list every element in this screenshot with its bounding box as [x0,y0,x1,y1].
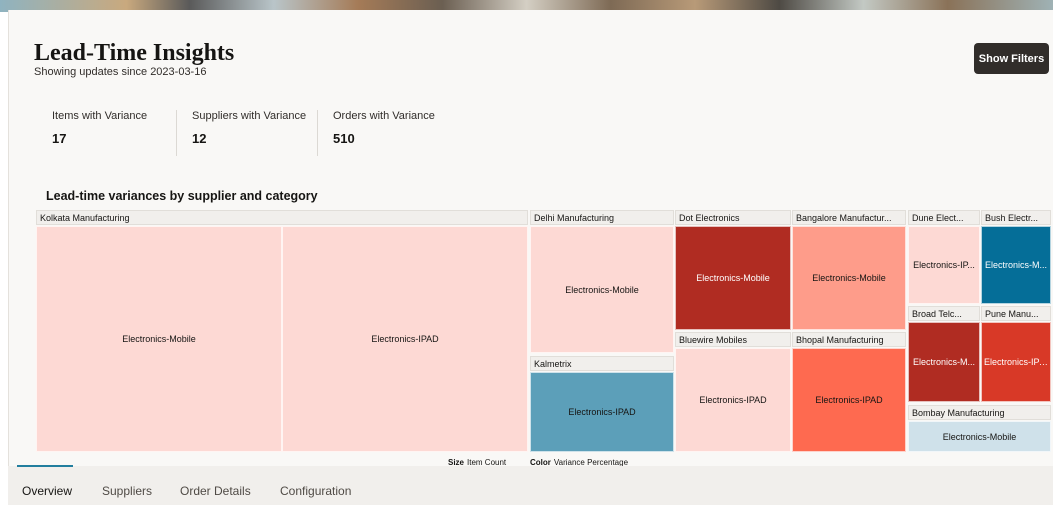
treemap-cell-label: Electronics-IPAD [568,407,636,417]
treemap-group-label-bombay-manufacturing: Bombay Manufacturing [908,405,1051,420]
metric-label: Orders with Variance [333,110,435,122]
treemap-group-label-dot-electronics: Dot Electronics [675,210,791,225]
treemap-cell-pune-manu-electronics-ipad[interactable]: Electronics-IPAD [981,322,1051,402]
treemap-cell-dot-electronics-electronics-mobile[interactable]: Electronics-Mobile [675,226,791,330]
page-subtitle: Showing updates since 2023-03-16 [34,66,207,78]
treemap-cell-label: Electronics-IP... [913,260,975,270]
metric-label: Suppliers with Variance [192,110,307,122]
treemap-group-label-dune-elect: Dune Elect... [908,210,980,225]
metric-items-with-variance: Items with Variance 17 [52,110,147,160]
treemap-cell-label: Electronics-IPAD [984,357,1050,367]
treemap-group-label-bush-electr: Bush Electr... [981,210,1051,225]
treemap-cell-bluewire-mobiles-electronics-ipad[interactable]: Electronics-IPAD [675,348,791,452]
metric-value: 17 [52,131,67,146]
treemap-cell-label: Electronics-Mobile [565,284,639,295]
metric-label: Items with Variance [52,110,148,122]
treemap-group-label-delhi-manufacturing: Delhi Manufacturing [530,210,674,225]
treemap-chart[interactable]: Kolkata Manufacturing Electronics-Mobile E… [36,210,1052,464]
treemap-group-label-broad-telc: Broad Telc... [908,306,980,321]
treemap-group-label-bangalore-manufactur: Bangalore Manufactur... [792,210,906,225]
treemap-cell-label: Electronics-IPAD [371,334,439,344]
treemap-group-label-kolkata-manufacturing: Kolkata Manufacturing [36,210,528,225]
treemap-cell-delhi-manufacturing-electronics-mobile[interactable]: Electronics-Mobile [530,226,674,353]
treemap-cell-dune-elect-electronics-ip[interactable]: Electronics-IP... [908,226,980,304]
treemap-cell-label: Electronics-IPAD [699,395,767,405]
treemap-group-label-bluewire-mobiles: Bluewire Mobiles [675,332,791,347]
tab-overview[interactable]: Overview [22,484,72,498]
treemap-cell-label: Electronics-IPAD [815,395,883,405]
treemap-cell-bombay-manufacturing-electronics-mobile[interactable]: Electronics-Mobile [908,421,1051,452]
app-frame: Lead-Time Insights Showing updates since… [0,0,1053,505]
treemap-cell-kalmetrix-electronics-ipad[interactable]: Electronics-IPAD [530,372,674,452]
show-filters-button[interactable]: Show Filters [974,43,1049,74]
chart-title: Lead-time variances by supplier and cate… [46,189,318,203]
treemap-cell-label: Electronics-Mobile [942,431,1017,442]
treemap-group-label-kalmetrix: Kalmetrix [530,356,674,371]
treemap-cell-broad-telc-electronics-m[interactable]: Electronics-M... [908,322,980,402]
treemap-cell-label: Electronics-Mobile [122,334,196,344]
treemap-cell-label: Electronics-Mobile [696,273,770,283]
treemap-cell-kolkata-manufacturing-electronics-mobile[interactable]: Electronics-Mobile [36,226,282,452]
metric-orders-with-variance: Orders with Variance 510 [333,110,435,160]
treemap-group-label-bhopal-manufacturing: Bhopal Manufacturing [792,332,906,347]
page-title: Lead-Time Insights [34,40,235,66]
treemap-cell-label: Electronics-Mobile [812,273,886,283]
tab-configuration[interactable]: Configuration [280,484,351,498]
metric-divider [317,110,318,156]
tab-order-details[interactable]: Order Details [180,484,251,498]
metric-value: 510 [333,131,355,146]
treemap-group-label-pune-manu: Pune Manu... [981,306,1051,321]
treemap-cell-label: Electronics-M... [912,357,975,367]
active-tab-indicator [17,465,73,467]
treemap-cell-bush-electr-electronics-m[interactable]: Electronics-M... [981,226,1051,304]
metric-suppliers-with-variance: Suppliers with Variance 12 [192,110,306,160]
treemap-cell-bhopal-manufacturing-electronics-ipad[interactable]: Electronics-IPAD [792,348,906,452]
metric-value: 12 [192,131,207,146]
treemap-cell-kolkata-manufacturing-electronics-ipad[interactable]: Electronics-IPAD [282,226,528,452]
treemap-cell-bangalore-manufactur-electronics-mobile[interactable]: Electronics-Mobile [792,226,906,330]
tab-bar [8,466,1053,505]
metric-divider [176,110,177,156]
tab-suppliers[interactable]: Suppliers [102,484,152,498]
treemap-cell-label: Electronics-M... [984,260,1047,270]
